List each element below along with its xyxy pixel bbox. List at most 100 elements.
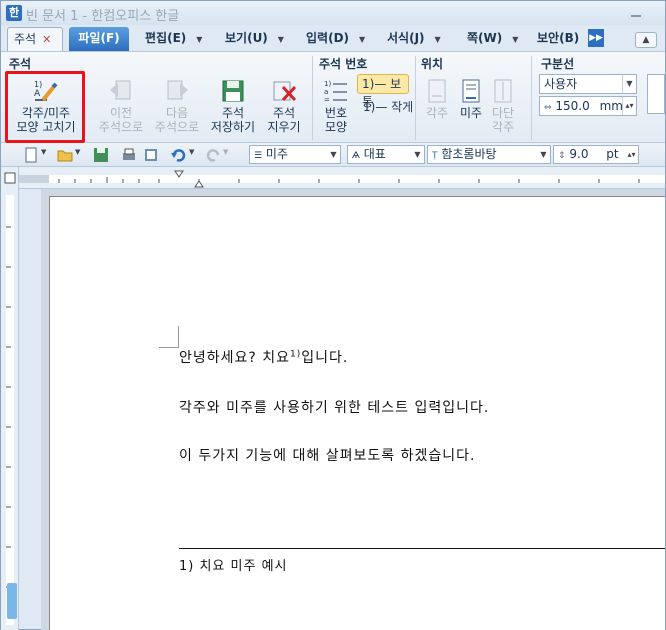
ruler-ticks [19, 170, 665, 188]
chevron-down-icon[interactable]: ▼ [189, 148, 194, 156]
number-shape-label-2: 모양 [324, 120, 348, 134]
number-shape-button[interactable]: 1) a = 번호 모양 [319, 78, 353, 134]
separator-length-input[interactable]: ⇔ 150.0 mm ▴▾ [539, 96, 637, 116]
style-value: 미주 [265, 147, 288, 161]
tab-insert[interactable]: 입력(D) ▼ [306, 27, 365, 51]
tab-edit[interactable]: 편집(E) ▼ [145, 27, 202, 51]
spinner-icon[interactable]: ▴▾ [625, 146, 638, 163]
tab-insert-label: 입력(D) [306, 31, 350, 45]
delete-note-label-2: 지우기 [267, 120, 301, 134]
text-run: 안녕하세요? 치요 [179, 350, 291, 366]
position-footnote-label: 각주 [425, 106, 449, 120]
text-run: 입니다. [301, 350, 349, 366]
length-icon: ⇔ [544, 103, 552, 113]
tab-footnote[interactable]: 주석 ✕ [7, 27, 63, 51]
open-folder-icon[interactable] [57, 147, 73, 163]
separator-type-value: 사용자 [544, 77, 578, 91]
chevron-down-icon: ▼ [512, 35, 519, 44]
font-size-value: 9.0 [569, 147, 589, 161]
app-window: 한 빈 문서 1 - 한컴오피스 한글 주석 ✕ 파일(F) 편집(E) ▼ 보기(… [0, 0, 666, 630]
page-footnote-icon [428, 79, 446, 103]
document-paragraph[interactable]: 각주와 미주를 사용하기 위한 테스트 입력입니다. [179, 397, 489, 417]
font-select[interactable]: Ṭ 함초롬바탕 ▼ [427, 145, 551, 164]
chevron-down-icon: ▼ [277, 35, 284, 44]
svg-text:=: = [324, 96, 330, 104]
font-size-unit: pt [606, 147, 619, 161]
number-normal-button[interactable]: 1)— 보통 [357, 74, 409, 109]
print-preview-icon[interactable] [143, 147, 159, 163]
tab-view[interactable]: 보기(U) ▼ [225, 27, 284, 51]
prev-note-label-2: 주석으로 [98, 120, 144, 134]
save-note-button[interactable]: 주석 저장하기 [207, 78, 259, 134]
document-paragraph[interactable]: 안녕하세요? 치요1)입니다. [179, 347, 348, 367]
collapse-ribbon-icon[interactable]: ▲ [635, 32, 657, 48]
new-document-icon[interactable] [23, 147, 39, 163]
separator-length-value: 150.0 [555, 99, 590, 113]
tab-page-label: 쪽(W) [467, 31, 503, 45]
horizontal-ruler[interactable] [19, 167, 665, 189]
chevron-down-icon[interactable]: ▼ [223, 148, 228, 156]
group-label-number: 주석 번호 [319, 57, 368, 71]
tab-footnote-label: 주석 [14, 32, 37, 46]
numbered-list-icon: 1) a = [324, 80, 347, 104]
spinner-icon[interactable]: ▴▾ [622, 97, 636, 115]
formatting-toolbar: ▼ ▼ ▼ ▼ ☰ 미주 ▼ Ѧ 대표 ▼ Ṭ 함초롬바탕 ▼ ⇕ 9.0 pt… [1, 143, 665, 167]
delete-note-button[interactable]: 주석 지우기 [261, 78, 307, 134]
ribbon: 주석 1) A 각주/미주 모양 고치기 이전 주석으로 다음 주석으로 주석 … [1, 51, 665, 143]
footnote-text[interactable]: 1) 치요 미주 예시 [179, 555, 288, 574]
font-value: 함초롬바탕 [441, 147, 497, 161]
separator-style-button[interactable] [647, 74, 665, 114]
minimize-button[interactable] [631, 7, 641, 17]
print-icon[interactable] [121, 147, 137, 163]
tab-security[interactable]: 보안(B)▼ [537, 27, 595, 51]
document-paragraph[interactable]: 이 두가지 기능에 대해 살펴보도록 하겠습니다. [179, 445, 475, 465]
language-select[interactable]: Ѧ 대표 ▼ [347, 145, 425, 164]
chevron-down-icon[interactable]: ▼ [75, 148, 80, 156]
delete-note-label-1: 주석 [272, 106, 296, 120]
position-endnote-button[interactable]: 미주 [453, 78, 489, 120]
prev-note-button[interactable]: 이전 주석으로 [95, 78, 147, 134]
page-endnote-icon [462, 79, 480, 103]
divider [415, 56, 416, 140]
chevron-down-icon[interactable]: ▼ [411, 146, 424, 163]
chevron-down-icon[interactable]: ▼ [622, 75, 636, 93]
next-note-label-1: 다음 [165, 106, 189, 120]
close-icon[interactable]: ✕ [42, 33, 51, 46]
save-note-label-2: 저장하기 [210, 120, 256, 134]
position-footnote-button[interactable]: 각주 [419, 78, 455, 120]
redo-icon[interactable] [205, 147, 221, 163]
more-tabs-icon[interactable]: ▶▶ [588, 29, 604, 47]
chevron-down-icon[interactable]: ▼ [327, 146, 340, 163]
save-icon[interactable] [93, 147, 109, 163]
save-icon [222, 80, 244, 102]
position-endnote-label: 미주 [459, 106, 483, 120]
tab-format[interactable]: 서식(J) ▼ [387, 27, 441, 51]
title-bar: 한 빈 문서 1 - 한컴오피스 한글 [1, 1, 665, 25]
window-title: 빈 문서 1 - 한컴오피스 한글 [26, 9, 180, 24]
footnote-reference[interactable]: 1) [290, 349, 301, 359]
position-column-label-2: 각주 [491, 120, 515, 134]
tab-page[interactable]: 쪽(W) ▼ [467, 27, 518, 51]
group-label-footnote: 주석 [9, 57, 32, 71]
separator-type-select[interactable]: 사용자 ▼ [539, 74, 637, 94]
prev-note-label-1: 이전 [109, 106, 133, 120]
chevron-down-icon: ▼ [196, 35, 203, 44]
menu-tabs: 주석 ✕ 파일(F) 편집(E) ▼ 보기(U) ▼ 입력(D) ▼ 서식(J) ▼ 쪽(… [1, 25, 665, 51]
tab-edit-label: 편집(E) [145, 31, 187, 45]
next-note-button[interactable]: 다음 주석으로 [151, 78, 203, 134]
number-small-button[interactable]: 1)— 작게 [363, 98, 413, 115]
divider [531, 56, 532, 140]
font-size-icon: ⇕ [558, 151, 566, 161]
position-column-button[interactable]: 다단 각주 [487, 78, 519, 134]
font-icon: Ṭ [432, 151, 438, 161]
chevron-down-icon[interactable]: ▼ [537, 146, 550, 163]
group-label-separator: 구분선 [541, 57, 575, 71]
vertical-ruler[interactable] [1, 167, 19, 630]
font-size-input[interactable]: ⇕ 9.0 pt ▴▾ [553, 145, 639, 164]
style-select[interactable]: ☰ 미주 ▼ [249, 145, 341, 164]
svg-text:a: a [324, 88, 328, 96]
undo-icon[interactable] [171, 147, 187, 163]
chevron-down-icon[interactable]: ▼ [41, 148, 46, 156]
ruler-handle[interactable] [7, 583, 17, 619]
tab-file[interactable]: 파일(F) [69, 27, 129, 51]
